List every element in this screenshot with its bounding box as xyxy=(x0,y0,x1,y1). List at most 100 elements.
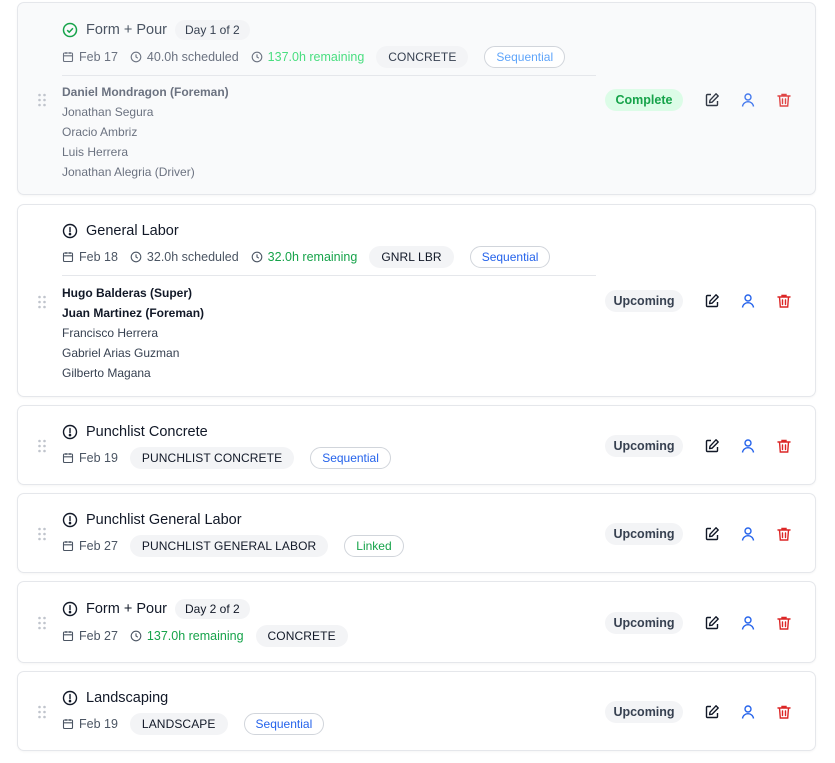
delete-icon[interactable] xyxy=(775,703,793,721)
date-field: Feb 17 xyxy=(62,50,118,64)
edit-icon[interactable] xyxy=(703,703,721,721)
mode-badge: Sequential xyxy=(243,713,325,735)
alert-circle-icon xyxy=(62,223,78,239)
calendar-icon xyxy=(62,252,74,263)
scheduled-hours: 40.0h scheduled xyxy=(146,50,239,64)
drag-handle-icon[interactable] xyxy=(37,705,47,719)
drag-handle-icon[interactable] xyxy=(37,439,47,453)
task-card[interactable]: Punchlist General Labor Feb 27 PUNCHLIST… xyxy=(17,493,816,573)
clock-icon xyxy=(251,51,263,63)
task-date: Feb 27 xyxy=(79,539,118,553)
assign-user-icon[interactable] xyxy=(739,703,757,721)
crew-member: Oracio Ambriz xyxy=(62,125,138,139)
alert-circle-icon xyxy=(62,424,78,440)
mode-badge: Sequential xyxy=(469,246,551,268)
task-title: Landscaping xyxy=(86,690,169,706)
remaining-field: 137.0h remaining xyxy=(251,50,365,64)
crew-member: Gabriel Arias Guzman xyxy=(62,346,180,360)
drag-handle-icon[interactable] xyxy=(37,295,47,309)
status-badge: Upcoming xyxy=(605,290,683,312)
edit-icon[interactable] xyxy=(703,614,721,632)
task-card[interactable]: Landscaping Feb 19 LANDSCAPE Sequential … xyxy=(17,671,816,751)
trade-tag: GNRL LBR xyxy=(369,246,454,268)
scheduled-field: 40.0h scheduled xyxy=(130,50,239,64)
calendar-icon xyxy=(62,52,74,63)
alert-circle-icon xyxy=(62,601,78,617)
date-field: Feb 19 xyxy=(62,451,118,465)
drag-handle-icon[interactable] xyxy=(37,616,47,630)
clock-icon xyxy=(130,51,142,63)
assign-user-icon[interactable] xyxy=(739,525,757,543)
assign-user-icon[interactable] xyxy=(739,292,757,310)
task-date: Feb 17 xyxy=(79,50,118,64)
edit-icon[interactable] xyxy=(703,437,721,455)
date-field: Feb 18 xyxy=(62,250,118,264)
trade-tag: PUNCHLIST GENERAL LABOR xyxy=(129,535,329,557)
task-date: Feb 19 xyxy=(79,717,118,731)
remaining-field: 32.0h remaining xyxy=(251,250,358,264)
delete-icon[interactable] xyxy=(775,525,793,543)
date-field: Feb 27 xyxy=(62,629,118,643)
delete-icon[interactable] xyxy=(775,614,793,632)
crew-member: Luis Herrera xyxy=(62,145,129,159)
remaining-hours: 137.0h remaining xyxy=(267,50,365,64)
divider xyxy=(62,275,596,276)
crew-member: Jonathan Alegria (Driver) xyxy=(62,165,195,179)
calendar-icon xyxy=(62,631,74,642)
alert-circle-icon xyxy=(62,690,78,706)
remaining-field: 137.0h remaining xyxy=(130,629,244,643)
trade-tag: LANDSCAPE xyxy=(129,713,228,735)
delete-icon[interactable] xyxy=(775,292,793,310)
crew-member: Hugo Balderas (Super) xyxy=(62,286,193,300)
status-badge: Upcoming xyxy=(605,523,683,545)
edit-icon[interactable] xyxy=(703,91,721,109)
task-card[interactable]: General Labor Feb 18 32.0h scheduled 32.… xyxy=(17,204,816,397)
task-date: Feb 27 xyxy=(79,629,118,643)
status-badge: Upcoming xyxy=(605,435,683,457)
clock-icon xyxy=(130,630,142,642)
assign-user-icon[interactable] xyxy=(739,91,757,109)
date-field: Feb 27 xyxy=(62,539,118,553)
scheduled-field: 32.0h scheduled xyxy=(130,250,239,264)
clock-icon xyxy=(130,251,142,263)
task-title: Punchlist General Labor xyxy=(86,512,242,528)
assign-user-icon[interactable] xyxy=(739,437,757,455)
day-badge: Day 1 of 2 xyxy=(174,20,250,40)
assign-user-icon[interactable] xyxy=(739,614,757,632)
drag-handle-icon[interactable] xyxy=(37,93,47,107)
trade-tag: PUNCHLIST CONCRETE xyxy=(129,447,295,469)
check-circle-icon xyxy=(62,22,78,38)
delete-icon[interactable] xyxy=(775,91,793,109)
status-badge: Upcoming xyxy=(605,701,683,723)
crew-list: Daniel Mondragon (Foreman) Jonathan Segu… xyxy=(62,82,229,182)
task-title: Form + Pour xyxy=(86,22,167,38)
edit-icon[interactable] xyxy=(703,292,721,310)
crew-list: Hugo Balderas (Super) Juan Martinez (For… xyxy=(62,283,204,383)
task-title: Form + Pour xyxy=(86,601,167,617)
scheduled-hours: 32.0h scheduled xyxy=(146,250,239,264)
divider xyxy=(62,75,596,76)
trade-tag: CONCRETE xyxy=(376,46,469,68)
crew-member: Daniel Mondragon (Foreman) xyxy=(62,85,229,99)
status-badge: Upcoming xyxy=(605,612,683,634)
mode-badge: Sequential xyxy=(310,447,391,469)
remaining-hours: 137.0h remaining xyxy=(146,629,244,643)
edit-icon[interactable] xyxy=(703,525,721,543)
drag-handle-icon[interactable] xyxy=(37,527,47,541)
calendar-icon xyxy=(62,453,74,464)
day-badge: Day 2 of 2 xyxy=(174,599,250,619)
mode-badge: Linked xyxy=(344,535,404,557)
task-date: Feb 18 xyxy=(79,250,118,264)
delete-icon[interactable] xyxy=(775,437,793,455)
crew-member: Juan Martinez (Foreman) xyxy=(62,306,205,320)
alert-circle-icon xyxy=(62,512,78,528)
task-card[interactable]: Form + Pour Day 1 of 2 Feb 17 40.0h sche… xyxy=(17,2,816,195)
trade-tag: CONCRETE xyxy=(255,625,348,647)
crew-member: Jonathan Segura xyxy=(62,105,154,119)
calendar-icon xyxy=(62,719,74,730)
remaining-hours: 32.0h remaining xyxy=(267,250,358,264)
task-card[interactable]: Form + Pour Day 2 of 2 Feb 27 137.0h rem… xyxy=(17,581,816,663)
task-card[interactable]: Punchlist Concrete Feb 19 PUNCHLIST CONC… xyxy=(17,405,816,485)
status-badge: Complete xyxy=(605,89,683,111)
task-date: Feb 19 xyxy=(79,451,118,465)
